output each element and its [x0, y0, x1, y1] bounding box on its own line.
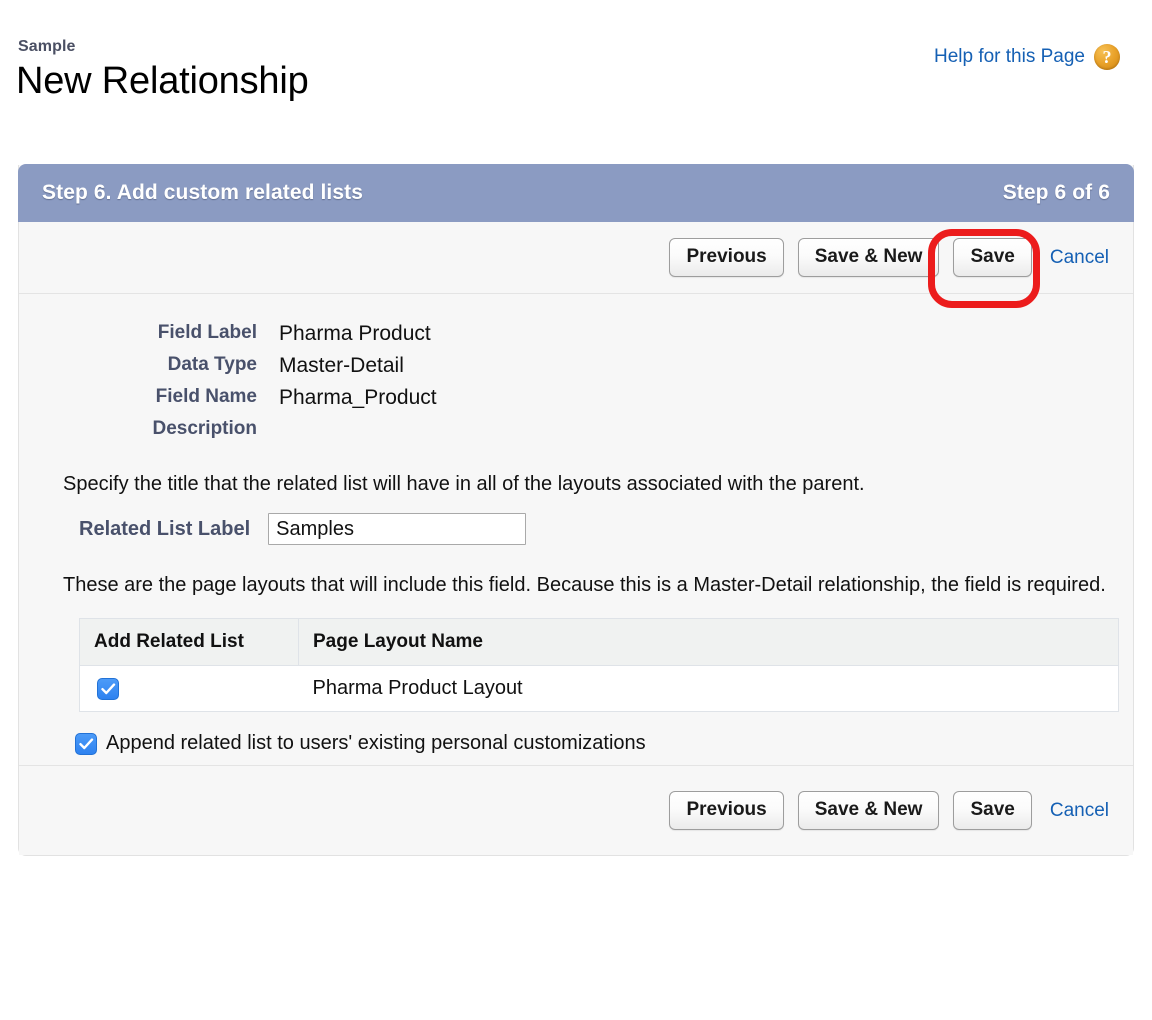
related-list-instruction: Specify the title that the related list … [63, 473, 865, 495]
related-list-label-input[interactable] [268, 513, 527, 545]
step-counter: Step 6 of 6 [1002, 181, 1110, 204]
cancel-link-bottom[interactable]: Cancel [1050, 800, 1109, 822]
column-header-add-related-list: Add Related List [79, 618, 299, 666]
page-title: New Relationship [16, 60, 309, 102]
column-header-page-layout-name: Page Layout Name [298, 618, 1119, 666]
page-layouts-table: Add Related List Page Layout Name Pharma… [79, 618, 1119, 712]
field-value-1: Master-Detail [279, 354, 404, 377]
save-and-new-button-top[interactable]: Save & New [797, 237, 940, 278]
layouts-instruction: These are the page layouts that will inc… [63, 574, 1106, 596]
field-label-1: Data Type [167, 354, 257, 375]
table-row: Data Type Master-Detail [57, 350, 437, 382]
toolbar-top: Previous Save & New Save Cancel [19, 222, 1133, 294]
save-button-bottom[interactable]: Save [953, 790, 1032, 831]
table-row: Pharma Product Layout [79, 665, 1119, 712]
append-related-list-row: Append related list to users' existing p… [75, 732, 1109, 755]
table-header-row: Add Related List Page Layout Name [79, 618, 1119, 666]
new-relationship-panel: Step 6. Add custom related lists Step 6 … [18, 164, 1134, 856]
field-value-0: Pharma Product [279, 322, 431, 345]
cancel-link-top[interactable]: Cancel [1050, 247, 1109, 269]
related-list-label-caption: Related List Label [79, 517, 251, 540]
append-related-list-checkbox[interactable] [75, 732, 97, 755]
checkmark-icon [78, 737, 93, 749]
field-label-0: Field Label [157, 322, 257, 343]
field-value-2: Pharma_Product [279, 386, 437, 409]
checkmark-icon [100, 683, 115, 694]
field-summary-table: Field Label Pharma Product Data Type Mas… [57, 318, 437, 444]
field-label-2: Field Name [155, 386, 257, 407]
field-label-3: Description [152, 418, 257, 439]
step-title: Step 6. Add custom related lists [42, 181, 363, 204]
help-for-this-page-link[interactable]: Help for this Page [934, 46, 1085, 68]
previous-button-top[interactable]: Previous [669, 237, 784, 278]
append-related-list-label[interactable]: Append related list to users' existing p… [106, 732, 646, 755]
save-and-new-button-bottom[interactable]: Save & New [797, 790, 940, 831]
step-header-bar: Step 6. Add custom related lists Step 6 … [18, 164, 1134, 222]
page-header: Sample New Relationship Help for this Pa… [0, 0, 1152, 150]
panel-body: Field Label Pharma Product Data Type Mas… [19, 294, 1133, 765]
breadcrumb: Sample [18, 38, 76, 55]
add-related-list-checkbox[interactable] [97, 677, 119, 700]
table-row: Description [57, 414, 437, 444]
cell-page-layout-name: Pharma Product Layout [298, 665, 1119, 712]
cell-add-related-list [79, 665, 299, 712]
help-area: Help for this Page ? [934, 44, 1120, 70]
related-list-label-row: Related List Label [79, 513, 1109, 545]
save-button-top[interactable]: Save [953, 237, 1032, 278]
question-mark-circle-icon[interactable]: ? [1094, 44, 1120, 70]
question-mark-glyph: ? [1102, 46, 1112, 67]
table-row: Field Name Pharma_Product [57, 382, 437, 414]
previous-button-bottom[interactable]: Previous [669, 790, 784, 831]
table-row: Field Label Pharma Product [57, 318, 437, 350]
field-value-3 [279, 414, 437, 444]
toolbar-bottom: Previous Save & New Save Cancel [19, 765, 1133, 855]
